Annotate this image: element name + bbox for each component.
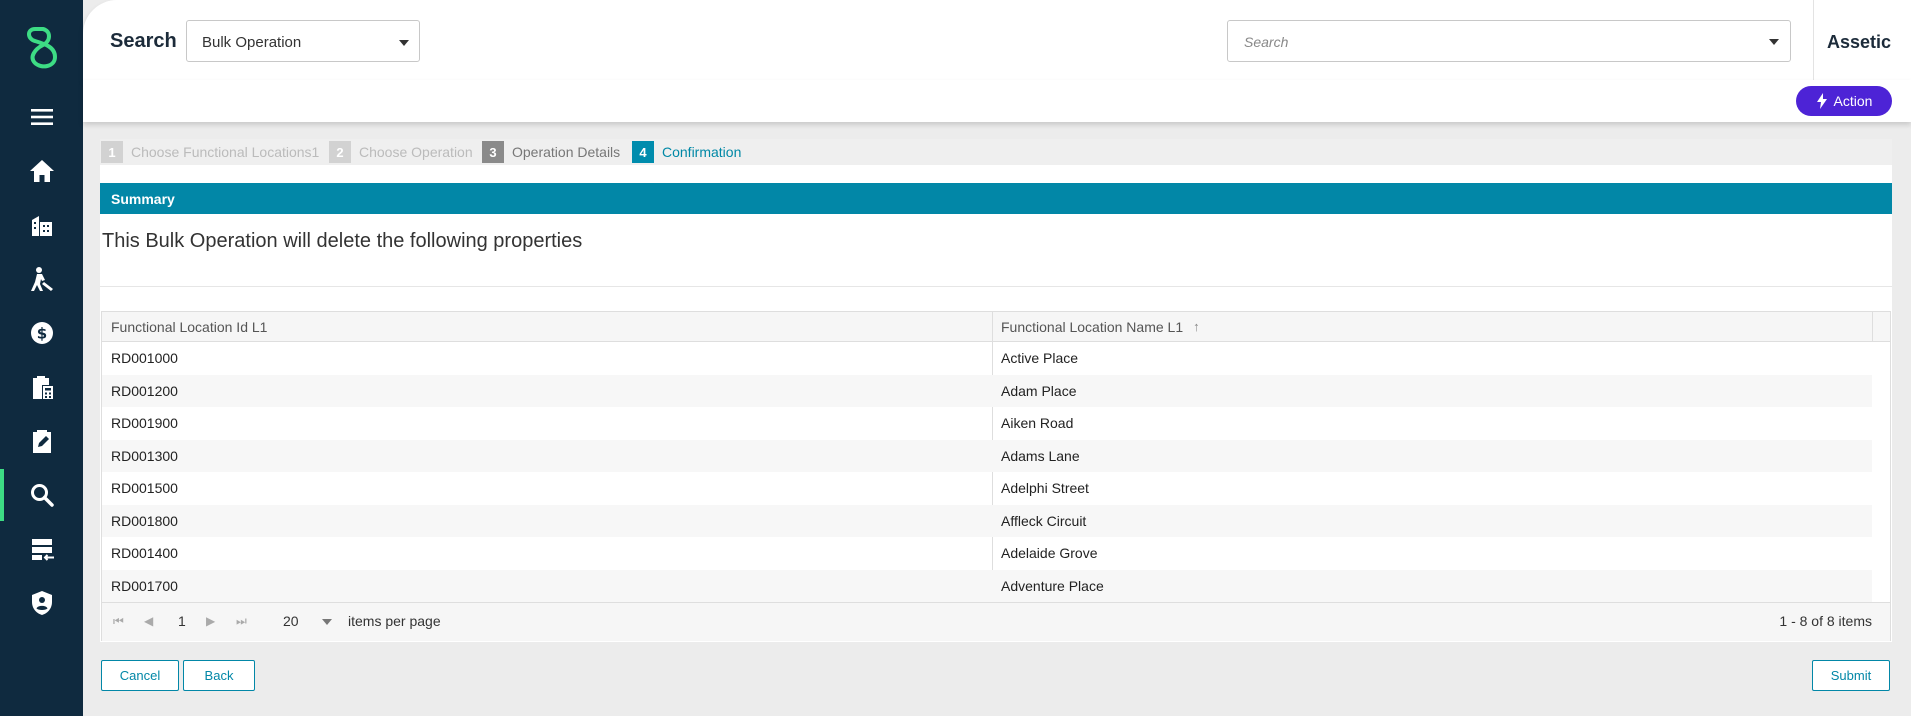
step-number: 4 <box>632 141 654 163</box>
cell-id: RD001400 <box>111 545 178 562</box>
lightning-icon <box>1816 93 1827 109</box>
summary-description: This Bulk Operation will delete the foll… <box>102 230 583 252</box>
last-page-icon[interactable]: ⏭ <box>236 614 247 629</box>
submit-button[interactable]: Submit <box>1812 660 1890 691</box>
step-label: Operation Details <box>512 144 621 160</box>
table-row[interactable]: RD001800 Affleck Circuit <box>102 504 1872 537</box>
summary-header: Summary <box>100 183 1892 214</box>
wizard-step-2[interactable]: 2 Choose Operation <box>329 139 473 165</box>
step-number: 2 <box>329 141 351 163</box>
column-divider <box>1872 312 1873 341</box>
table-row[interactable]: RD001500 Adelphi Street <box>102 472 1872 505</box>
cell-id: RD001200 <box>111 382 178 399</box>
step-number: 3 <box>482 141 504 163</box>
properties-grid: Functional Location Id L1 Functional Loc… <box>101 311 1891 641</box>
wizard-step-3[interactable]: 3 Operation Details <box>482 139 620 165</box>
cancel-button[interactable]: Cancel <box>101 660 179 691</box>
table-row[interactable]: RD001900 Aiken Road <box>102 407 1872 440</box>
pager-info: 1 - 8 of 8 items <box>1779 613 1872 629</box>
column-header-id[interactable]: Functional Location Id L1 <box>111 312 267 341</box>
search-icon[interactable] <box>0 469 83 521</box>
cell-id: RD001900 <box>111 415 178 432</box>
column-header-name[interactable]: Functional Location Name L1 ↑ <box>1001 312 1200 341</box>
svg-text:$: $ <box>36 325 46 343</box>
action-button[interactable]: Action <box>1796 86 1892 116</box>
chevron-down-icon <box>399 40 409 46</box>
cell-id: RD001500 <box>111 480 178 497</box>
cell-name: Adams Lane <box>1001 447 1080 464</box>
home-icon[interactable] <box>0 145 83 197</box>
chevron-down-icon[interactable] <box>322 619 332 625</box>
column-header-label: Functional Location Id L1 <box>111 318 268 335</box>
buildings-icon[interactable] <box>0 199 83 251</box>
action-bar <box>83 80 1911 122</box>
search-type-dropdown[interactable]: Bulk Operation <box>186 20 420 62</box>
page-title: Search <box>110 30 177 52</box>
first-page-icon[interactable]: ⏮ <box>113 614 124 629</box>
table-row[interactable]: RD001700 Adventure Place <box>102 569 1872 602</box>
header-divider <box>1813 0 1814 80</box>
wizard-steps: 1 Choose Functional Locations1 2 Choose … <box>100 139 1892 165</box>
cell-id: RD001800 <box>111 512 178 529</box>
summary-panel: Summary This Bulk Operation will delete … <box>100 165 1892 642</box>
chevron-down-icon[interactable] <box>1769 39 1779 45</box>
brand-name: Assetic <box>1827 32 1892 52</box>
grid-header: Functional Location Id L1 Functional Loc… <box>102 312 1890 342</box>
current-page[interactable]: 1 <box>178 613 186 629</box>
wizard-step-1[interactable]: 1 Choose Functional Locations1 <box>101 139 319 165</box>
cell-id: RD001700 <box>111 577 178 594</box>
next-page-icon[interactable]: ▶ <box>206 614 215 628</box>
summary-header-label: Summary <box>111 191 175 207</box>
step-label: Confirmation <box>662 144 742 160</box>
sidebar: $ <box>0 0 83 716</box>
back-button[interactable]: Back <box>183 660 255 691</box>
finance-icon[interactable]: $ <box>0 307 83 359</box>
cell-name: Adam Place <box>1001 382 1077 399</box>
edit-clipboard-icon[interactable] <box>0 415 83 467</box>
wizard-step-4[interactable]: 4 Confirmation <box>632 139 741 165</box>
top-header: Search Bulk Operation Assetic <box>83 0 1911 80</box>
server-import-icon[interactable] <box>0 523 83 575</box>
shield-user-icon[interactable] <box>0 577 83 629</box>
table-row[interactable]: RD001000 Active Place <box>102 342 1872 375</box>
sort-ascending-icon: ↑ <box>1193 319 1200 334</box>
cell-name: Affleck Circuit <box>1001 512 1087 529</box>
step-label: Choose Functional Locations1 <box>131 144 320 160</box>
grid-rows: RD001000 Active Place RD001200 Adam Place … <box>102 342 1872 602</box>
action-button-label: Action <box>1833 93 1873 109</box>
table-row[interactable]: RD001200 Adam Place <box>102 374 1872 407</box>
previous-page-icon[interactable]: ◀ <box>144 614 153 628</box>
cell-name: Adelaide Grove <box>1001 545 1098 562</box>
cell-name: Adventure Place <box>1001 577 1104 594</box>
step-number: 1 <box>101 141 123 163</box>
grid-pager: ⏮ ◀ 1 ▶ ⏭ 20 items per page 1 - 8 of 8 i… <box>102 602 1890 641</box>
table-row[interactable]: RD001300 Adams Lane <box>102 439 1872 472</box>
clipboard-calculator-icon[interactable] <box>0 361 83 413</box>
search-input[interactable] <box>1242 31 1746 53</box>
worker-icon[interactable] <box>0 253 83 305</box>
dropdown-value: Bulk Operation <box>202 34 302 51</box>
cell-name: Adelphi Street <box>1001 480 1089 497</box>
divider <box>100 286 1892 287</box>
cell-id: RD001300 <box>111 447 178 464</box>
page-size-select[interactable]: 20 <box>283 613 299 629</box>
cell-id: RD001000 <box>111 350 178 367</box>
step-label: Choose Operation <box>359 144 473 160</box>
column-header-label: Functional Location Name L1 <box>1001 318 1184 335</box>
menu-icon[interactable] <box>0 91 83 143</box>
cell-name: Active Place <box>1001 350 1079 367</box>
assetic-logo[interactable] <box>21 25 61 71</box>
search-input-box[interactable] <box>1227 20 1791 62</box>
table-row[interactable]: RD001400 Adelaide Grove <box>102 537 1872 570</box>
items-per-page-label: items per page <box>348 613 441 629</box>
cell-name: Aiken Road <box>1001 415 1074 432</box>
